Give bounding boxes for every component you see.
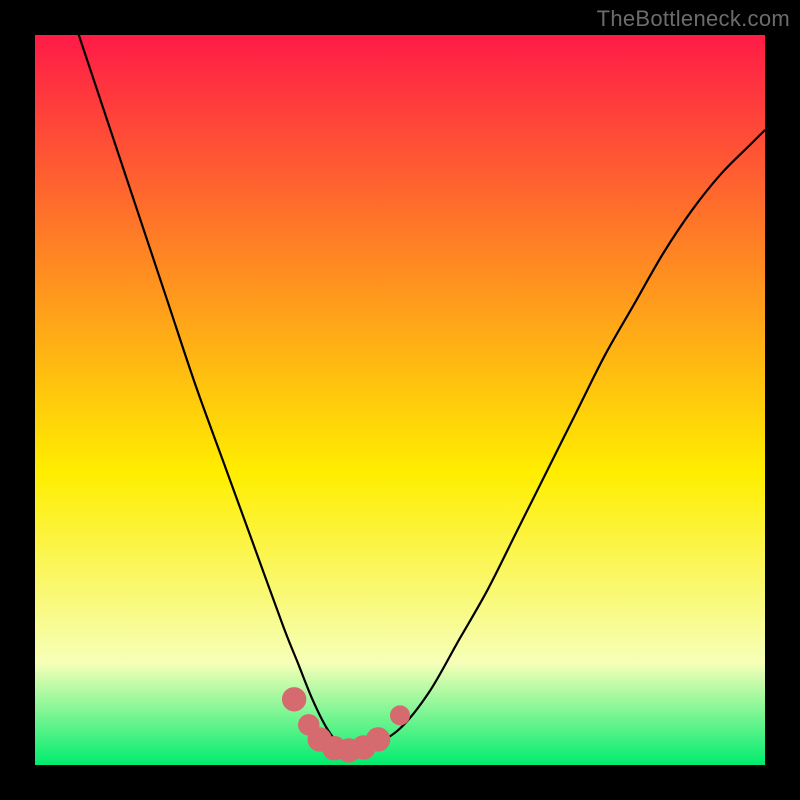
curve-marker: [366, 728, 389, 751]
chart-frame: TheBottleneck.com: [0, 0, 800, 800]
curve-marker: [391, 706, 410, 725]
watermark-text: TheBottleneck.com: [597, 6, 790, 32]
gradient-background: [35, 35, 765, 765]
chart-svg: [35, 35, 765, 765]
plot-area: [35, 35, 765, 765]
curve-marker: [282, 688, 305, 711]
